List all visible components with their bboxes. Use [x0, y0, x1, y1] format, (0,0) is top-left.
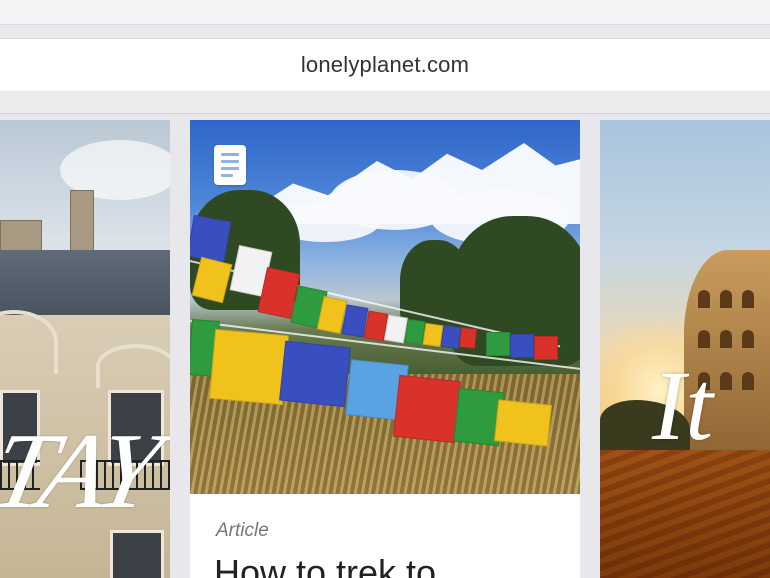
- prayer-flag: [190, 215, 232, 263]
- url-text: lonelyplanet.com: [300, 52, 470, 77]
- colosseum-arch: [698, 330, 710, 348]
- prayer-flag: [510, 334, 534, 358]
- colosseum-arch: [698, 290, 710, 308]
- card-overlay-text: It: [652, 350, 714, 461]
- article-type-label: Article: [216, 520, 269, 541]
- destination-card-right[interactable]: It: [600, 120, 770, 578]
- cobblestone-street: [600, 450, 770, 578]
- colosseum-arch: [720, 330, 732, 348]
- colosseum-arch: [742, 372, 754, 390]
- prayer-flag: [534, 336, 558, 360]
- colosseum-arch: [720, 372, 732, 390]
- card-overlay-text: TAY: [0, 412, 167, 531]
- page-content: TAY Article How to trek to It: [0, 114, 770, 578]
- window-arch: [96, 344, 170, 388]
- prayer-flag: [486, 332, 510, 356]
- document-icon: [214, 145, 246, 185]
- doc-line: [221, 167, 239, 170]
- address-bar[interactable]: lonelyplanet.com: [0, 38, 770, 92]
- prayer-flag: [209, 328, 289, 406]
- doc-line: [221, 153, 239, 156]
- building-roof: [0, 250, 170, 320]
- building-window: [110, 530, 164, 578]
- toolbar-separator: [0, 91, 770, 114]
- prayer-flag: [392, 374, 462, 444]
- doc-line: [221, 160, 239, 163]
- browser-top-chrome: [0, 0, 770, 25]
- article-title[interactable]: How to trek to: [214, 552, 436, 578]
- prayer-flag: [458, 327, 478, 349]
- colosseum-arch: [742, 290, 754, 308]
- colosseum-arch: [742, 330, 754, 348]
- doc-line: [221, 174, 233, 177]
- article-card[interactable]: Article How to trek to: [190, 120, 580, 578]
- prayer-flag: [493, 399, 553, 447]
- article-hero-image: [190, 120, 580, 494]
- prayer-flag: [279, 340, 351, 408]
- colosseum-arch: [720, 290, 732, 308]
- destination-card-left[interactable]: TAY: [0, 120, 170, 578]
